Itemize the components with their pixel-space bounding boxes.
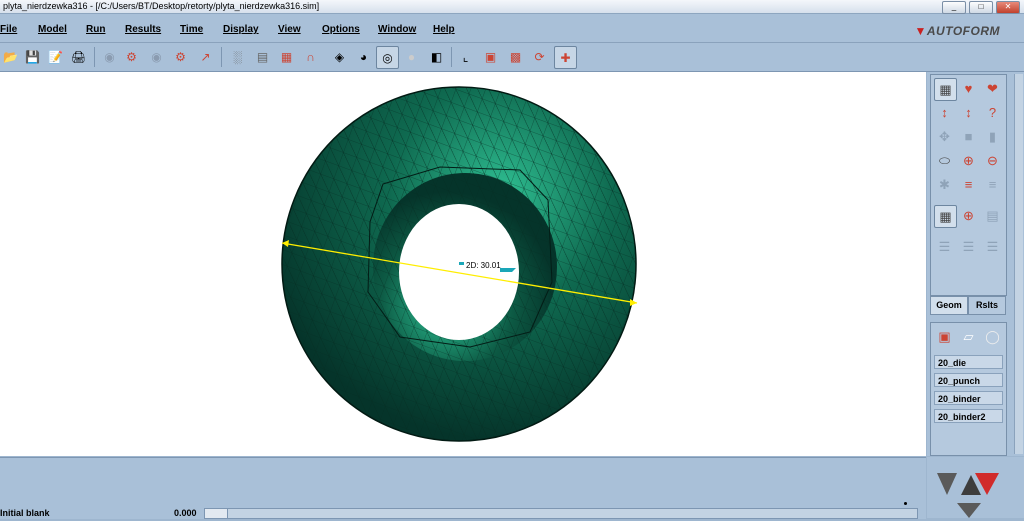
sheet-stack-third-icon[interactable]: ☰ xyxy=(982,236,1003,257)
rotate-icon[interactable]: ⟳ xyxy=(529,46,550,67)
toolbar-separator xyxy=(94,47,95,67)
sidebar-tabs: Geom Rslts xyxy=(930,296,1006,315)
layers-icon[interactable]: ≡ xyxy=(982,174,1003,195)
menu-file[interactable]: File xyxy=(0,24,17,35)
menu-results[interactable]: Results xyxy=(125,24,161,35)
tool-item-punch[interactable]: 20_punch xyxy=(934,373,1003,387)
right-sidebar: ▦ ♥ ❤ ↕ ↕ ? ✥ ■ ▮ ⬭ ⊕ ⊖ ✱ ≡ ≡ ▦ ⊕ ▤ ☰ ☰ … xyxy=(927,72,1024,456)
hatch-icon[interactable]: ▤ xyxy=(982,205,1003,226)
ruler-icon[interactable]: ░ xyxy=(227,46,248,67)
sheet-stack-icon[interactable]: ☰ xyxy=(934,236,955,257)
maximize-button[interactable]: □ xyxy=(969,1,993,14)
section-icon[interactable]: ▤ xyxy=(252,46,273,67)
fit-view-icon[interactable]: ▣ xyxy=(480,46,501,67)
shield-icon[interactable]: ♥ xyxy=(958,78,979,99)
tool-item-binder[interactable]: 20_binder xyxy=(934,391,1003,405)
menu-help[interactable]: Help xyxy=(433,24,455,35)
menu-model[interactable]: Model xyxy=(38,24,67,35)
mesh-sphere-icon[interactable]: ◕ xyxy=(353,46,374,67)
save-icon[interactable]: 💾 xyxy=(22,46,43,67)
display-icon-panel: ▦ ♥ ❤ ↕ ↕ ? ✥ ■ ▮ ⬭ ⊕ ⊖ ✱ ≡ ≡ ▦ ⊕ ▤ ☰ ☰ … xyxy=(930,74,1007,296)
toolbar-separator xyxy=(451,47,452,67)
stamp-icon[interactable]: ■ xyxy=(958,126,979,147)
window-controls: _ □ ✕ xyxy=(942,1,1020,14)
nav-left-icon xyxy=(937,473,957,495)
sheet-icon[interactable]: ▱ xyxy=(958,326,979,347)
thermometer-icon[interactable]: ▮ xyxy=(982,126,1003,147)
tab-geom[interactable]: Geom xyxy=(930,296,968,315)
window-title: plyta_nierdzewka316 - [/C:/Users/BT/Desk… xyxy=(3,1,320,11)
open-icon[interactable]: 📂 xyxy=(0,46,21,67)
menu-window[interactable]: Window xyxy=(378,24,416,35)
time-slider[interactable] xyxy=(204,508,918,519)
tab-rslts[interactable]: Rslts xyxy=(968,296,1006,315)
question-icon[interactable]: ? xyxy=(982,102,1003,123)
oval-minus-icon[interactable]: ⊖ xyxy=(982,150,1003,171)
minimize-button[interactable]: _ xyxy=(942,1,966,14)
pan-icon[interactable]: ✚ xyxy=(554,46,577,69)
tool-item-binder2[interactable]: 20_binder2 xyxy=(934,409,1003,423)
process-icon[interactable]: ⚙ xyxy=(170,46,191,67)
status-area: Initial blank 0.000 xyxy=(0,457,926,519)
stack-icon[interactable]: ≡ xyxy=(958,174,979,195)
blank-icon[interactable]: ◉ xyxy=(99,46,120,67)
tool-item-die[interactable]: 20_die xyxy=(934,355,1003,369)
sidebar-scrollbar[interactable] xyxy=(1014,74,1023,454)
save-as-icon[interactable]: 📝 xyxy=(45,46,66,67)
mesh-render: 2D: 30.01 xyxy=(281,86,638,442)
title-bar: plyta_nierdzewka316 - [/C:/Users/BT/Desk… xyxy=(0,0,1024,14)
time-step-value: 0.000 xyxy=(174,508,197,518)
time-step-label: Initial blank xyxy=(0,508,50,518)
autoform-logo: ▼AUTOFORM xyxy=(914,24,1000,38)
menu-view[interactable]: View xyxy=(278,24,301,35)
split-icon[interactable]: ↕ xyxy=(934,102,955,123)
binder-icon[interactable]: ◉ xyxy=(146,46,167,67)
nav-down-icon xyxy=(957,503,981,518)
menu-options[interactable]: Options xyxy=(322,24,360,35)
toolbar-separator xyxy=(221,47,222,67)
3d-viewport[interactable]: 2D: 30.01 Z X Y xyxy=(0,72,926,514)
status-indicator xyxy=(904,502,907,505)
main-toolbar: 📂 💾 📝 🖨 ◉ ⚙ ◉ ⚙ ↗ ░ ▤ ▦ ∩ ◈ ◕ ◎ ● ◧ ⌞ ▣ … xyxy=(0,43,1024,72)
dual-oval-icon[interactable]: ⬭ xyxy=(934,150,955,171)
oval-cross-icon[interactable]: ⊕ xyxy=(958,150,979,171)
heart-cross-icon[interactable]: ❤ xyxy=(982,78,1003,99)
split-alt-icon[interactable]: ↕ xyxy=(958,102,979,123)
shade-icon[interactable]: ◈ xyxy=(329,46,350,67)
wire-sphere-icon[interactable]: ◎ xyxy=(376,46,399,69)
navigation-panel xyxy=(927,457,1024,518)
tool-icon[interactable]: ⚙ xyxy=(121,46,142,67)
menu-run[interactable]: Run xyxy=(86,24,105,35)
tool-die-icon[interactable]: ▣ xyxy=(934,326,955,347)
menu-display[interactable]: Display xyxy=(223,24,259,35)
mesh-view-icon[interactable]: ▦ xyxy=(934,78,957,101)
target-icon[interactable]: ⊕ xyxy=(958,205,979,226)
grid-icon[interactable]: ▦ xyxy=(934,205,957,228)
zoom-box-icon[interactable]: ▩ xyxy=(505,46,526,67)
solid-sphere-icon[interactable]: ● xyxy=(401,46,422,67)
print-icon[interactable]: 🖨 xyxy=(68,46,89,67)
menu-time[interactable]: Time xyxy=(180,24,203,35)
cylinder-icon[interactable]: ◯ xyxy=(982,326,1003,347)
curve-icon[interactable]: ∩ xyxy=(300,46,321,67)
measurement-label: 2D: 30.01 xyxy=(466,261,501,270)
cross-arrows-icon[interactable]: ✥ xyxy=(934,126,955,147)
menu-bar: File Model Run Results Time Display View… xyxy=(0,14,1024,43)
tool-panel: ▣ ▱ ◯ 20_die 20_punch 20_binder 20_binde… xyxy=(930,322,1007,456)
asterisk-icon[interactable]: ✱ xyxy=(934,174,955,195)
sheet-stack-alt-icon[interactable]: ☰ xyxy=(958,236,979,257)
close-button[interactable]: ✕ xyxy=(996,1,1020,14)
nav-arrows[interactable] xyxy=(927,457,1024,518)
graph-icon[interactable]: ↗ xyxy=(195,46,216,67)
axes-icon[interactable]: ⌞ xyxy=(455,46,476,67)
clip-icon[interactable]: ◧ xyxy=(426,46,447,67)
flc-icon[interactable]: ▦ xyxy=(276,46,297,67)
time-slider-thumb[interactable] xyxy=(205,509,228,518)
